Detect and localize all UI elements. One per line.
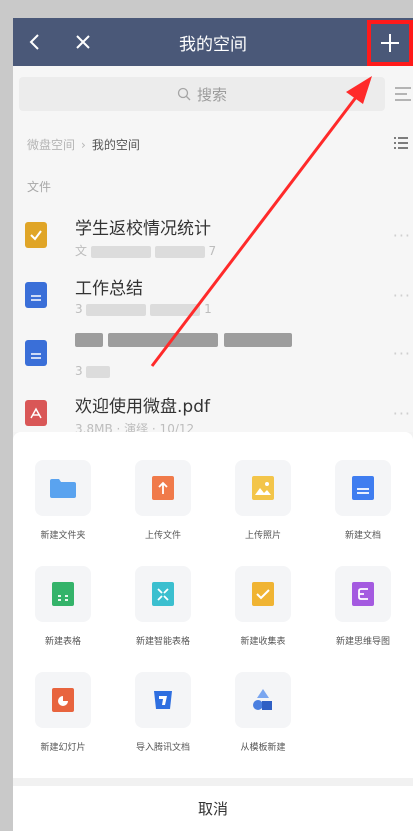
import-tencent-doc-button[interactable]: 导入腾讯文档: [113, 672, 213, 772]
search-input[interactable]: 搜索: [19, 77, 385, 111]
search-placeholder: 搜索: [196, 85, 227, 104]
mindmap-icon: [335, 566, 391, 622]
search-icon: [177, 87, 191, 101]
file-name: 学生返校情况统计: [75, 219, 211, 239]
file-row[interactable]: 学生返校情况统计 文 7 ···: [13, 206, 413, 266]
more-icon[interactable]: ···: [393, 404, 411, 423]
sheet-icon: [35, 566, 91, 622]
file-browser: 搜索 微盘空间 › 我的空间 文件 学生返校情况统计 文 7 ··· 工作总结 …: [13, 66, 413, 436]
file-name-redacted: [75, 332, 292, 352]
action-label: 新建智能表格: [135, 637, 190, 647]
new-slides-button[interactable]: 新建幻灯片: [13, 672, 113, 772]
action-label: 导入腾讯文档: [135, 743, 190, 753]
file-name: 欢迎使用微盘.pdf: [75, 397, 210, 417]
chevron-right-icon: ›: [81, 137, 86, 152]
plus-icon: [381, 34, 399, 52]
upload-photo-button[interactable]: 上传照片: [213, 460, 313, 560]
app-frame: 我的空间 搜索 微盘空间 › 我的空间 文件 学生返校情况统计 文 7 ··· …: [13, 18, 413, 831]
action-label: 新建表格: [44, 637, 81, 647]
new-smart-sheet-button[interactable]: 新建智能表格: [113, 566, 213, 666]
action-label: 新建收集表: [240, 637, 286, 647]
new-from-template-button[interactable]: 从模板新建: [213, 672, 313, 772]
file-meta: 文 7: [75, 244, 217, 258]
file-name: 工作总结: [75, 279, 143, 299]
list-view-icon[interactable]: [393, 136, 409, 150]
upload-icon: [135, 460, 191, 516]
file-meta: 3: [75, 364, 111, 378]
doc-icon: [25, 340, 47, 366]
filter-icon[interactable]: [393, 85, 413, 103]
folder-icon: [35, 460, 91, 516]
pdf-icon: [25, 400, 47, 426]
action-label: 从模板新建: [240, 743, 286, 753]
photo-icon: [235, 460, 291, 516]
breadcrumb-root[interactable]: 微盘空间: [27, 136, 75, 153]
action-label: 新建思维导图: [335, 637, 390, 647]
more-icon[interactable]: ···: [393, 226, 411, 245]
form-icon: [25, 222, 47, 248]
upload-file-button[interactable]: 上传文件: [113, 460, 213, 560]
breadcrumb-current: 我的空间: [91, 138, 140, 152]
new-folder-button[interactable]: 新建文件夹: [13, 460, 113, 560]
import-icon: [135, 672, 191, 728]
action-label: 上传照片: [244, 531, 281, 541]
close-icon[interactable]: [71, 30, 95, 54]
new-collect-form-button[interactable]: 新建收集表: [213, 566, 313, 666]
create-action-sheet: 新建文件夹 上传文件 上传照片 新建文档 新建表格 新建智能表格 新建收集表 新…: [13, 432, 413, 831]
new-sheet-button[interactable]: 新建表格: [13, 566, 113, 666]
file-row[interactable]: 工作总结 3 1 ···: [13, 266, 413, 326]
more-icon[interactable]: ···: [393, 344, 411, 363]
action-label: 上传文件: [144, 531, 181, 541]
collect-form-icon: [235, 566, 291, 622]
more-icon[interactable]: ···: [393, 286, 411, 305]
add-button[interactable]: [367, 20, 413, 66]
action-label: 新建文件夹: [40, 531, 86, 541]
breadcrumb: 微盘空间 › 我的空间: [27, 136, 140, 153]
cancel-button[interactable]: 取消: [13, 786, 413, 831]
doc-icon: [25, 282, 47, 308]
smart-sheet-icon: [135, 566, 191, 622]
template-icon: [235, 672, 291, 728]
doc-icon: [335, 460, 391, 516]
new-mindmap-button[interactable]: 新建思维导图: [313, 566, 413, 666]
page-title: 我的空间: [179, 34, 247, 55]
slides-icon: [35, 672, 91, 728]
top-bar: 我的空间: [13, 18, 413, 66]
divider: [13, 778, 413, 786]
file-row[interactable]: 3 ···: [13, 324, 413, 384]
file-meta: 3 1: [75, 302, 212, 316]
action-label: 新建幻灯片: [40, 743, 86, 753]
section-label: 文件: [27, 180, 52, 194]
new-doc-button[interactable]: 新建文档: [313, 460, 413, 560]
action-label: 新建文档: [344, 531, 381, 541]
back-icon[interactable]: [23, 30, 47, 54]
